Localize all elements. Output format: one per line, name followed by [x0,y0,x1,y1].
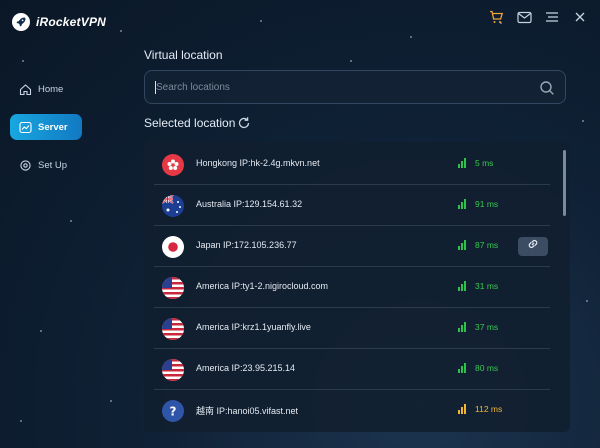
location-name: Hongkong IP:hk-2.4g.mkvn.net [196,158,320,168]
sidebar-item-label: Set Up [38,159,68,171]
refresh-icon[interactable] [237,116,251,130]
chart-icon [18,120,32,134]
location-name: America IP:krz1.1yuanfly.live [196,322,311,332]
latency-value: 5 ms [475,158,494,168]
japan-flag-icon [162,236,184,258]
app-logo: iRocketVPN [12,13,106,31]
search-box[interactable] [144,70,566,104]
signal-icon [458,363,468,373]
location-row[interactable]: America IP:krz1.1yuanfly.live 37 ms [154,308,550,349]
selected-location-title: Selected location [144,116,236,130]
search-icon[interactable] [539,80,555,96]
connect-link-button[interactable] [518,237,548,256]
svg-text:?: ? [170,405,177,419]
location-row[interactable]: Australia IP:129.154.61.32 91 ms [154,185,550,226]
sidebar-item-label: Home [38,83,64,95]
signal-icon [458,281,468,291]
usa-flag-icon [162,318,184,340]
latency-value: 112 ms [475,404,503,414]
signal-icon [458,199,468,209]
mail-icon[interactable] [514,8,534,26]
signal-icon [458,404,468,414]
location-row[interactable]: Hongkong IP:hk-2.4g.mkvn.net 5 ms [154,144,550,185]
location-name: America IP:23.95.215.14 [196,363,296,373]
virtual-location-title: Virtual location [144,48,223,62]
latency-value: 80 ms [475,363,499,373]
sidebar-item-home[interactable]: Home [10,76,82,102]
location-row[interactable]: ? 越南 IP:hanoi05.vifast.net 112 ms [154,390,550,431]
link-icon [526,237,540,256]
signal-icon [458,240,468,250]
latency-value: 31 ms [475,281,499,291]
location-name: 越南 IP:hanoi05.vifast.net [196,406,299,416]
unknown-flag-icon: ? [162,400,184,422]
location-list: Hongkong IP:hk-2.4g.mkvn.net 5 ms Austra… [154,144,550,431]
usa-flag-icon [162,277,184,299]
app-name: iRocketVPN [36,15,107,29]
location-row[interactable]: America IP:23.95.215.14 80 ms [154,349,550,390]
latency-value: 37 ms [475,322,499,332]
menu-icon[interactable] [542,8,562,26]
location-name: Japan IP:172.105.236.77 [196,240,297,250]
hongkong-flag-icon [162,154,184,176]
close-icon[interactable] [570,8,590,26]
australia-flag-icon [162,195,184,217]
location-row[interactable]: America IP:ty1-2.nigirocloud.com 31 ms [154,267,550,308]
cart-icon[interactable] [486,8,506,26]
usa-flag-icon [162,359,184,381]
sidebar-item-label: Server [38,121,68,133]
gear-icon [18,158,32,172]
signal-icon [458,322,468,332]
location-name: America IP:ty1-2.nigirocloud.com [196,281,329,291]
sidebar-item-setup[interactable]: Set Up [10,152,82,178]
location-row[interactable]: Japan IP:172.105.236.77 87 ms [154,226,550,267]
signal-icon [458,158,468,168]
location-name: Australia IP:129.154.61.32 [196,199,303,209]
search-input[interactable] [156,71,536,103]
sidebar-item-server[interactable]: Server [10,114,82,140]
rocket-icon [12,13,30,31]
location-list-panel: Hongkong IP:hk-2.4g.mkvn.net 5 ms Austra… [144,142,570,432]
latency-value: 87 ms [475,240,499,250]
title-bar: iRocketVPN [0,0,600,34]
latency-value: 91 ms [475,199,499,209]
home-icon [18,82,32,96]
list-scrollbar[interactable] [563,150,566,216]
